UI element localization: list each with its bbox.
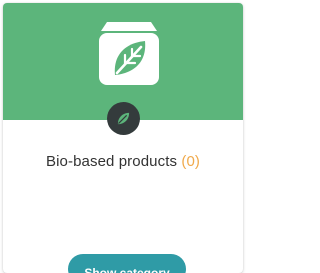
show-category-button[interactable]: Show category	[68, 254, 186, 273]
category-name: Bio-based products	[46, 153, 178, 170]
category-card[interactable]: Bio-based products (0) Show category	[3, 3, 243, 273]
category-count: (0)	[181, 153, 200, 170]
category-title: Bio-based products (0)	[3, 153, 243, 170]
leaf-box-icon	[99, 22, 159, 85]
category-badge	[107, 102, 140, 135]
leaf-icon	[117, 112, 130, 125]
